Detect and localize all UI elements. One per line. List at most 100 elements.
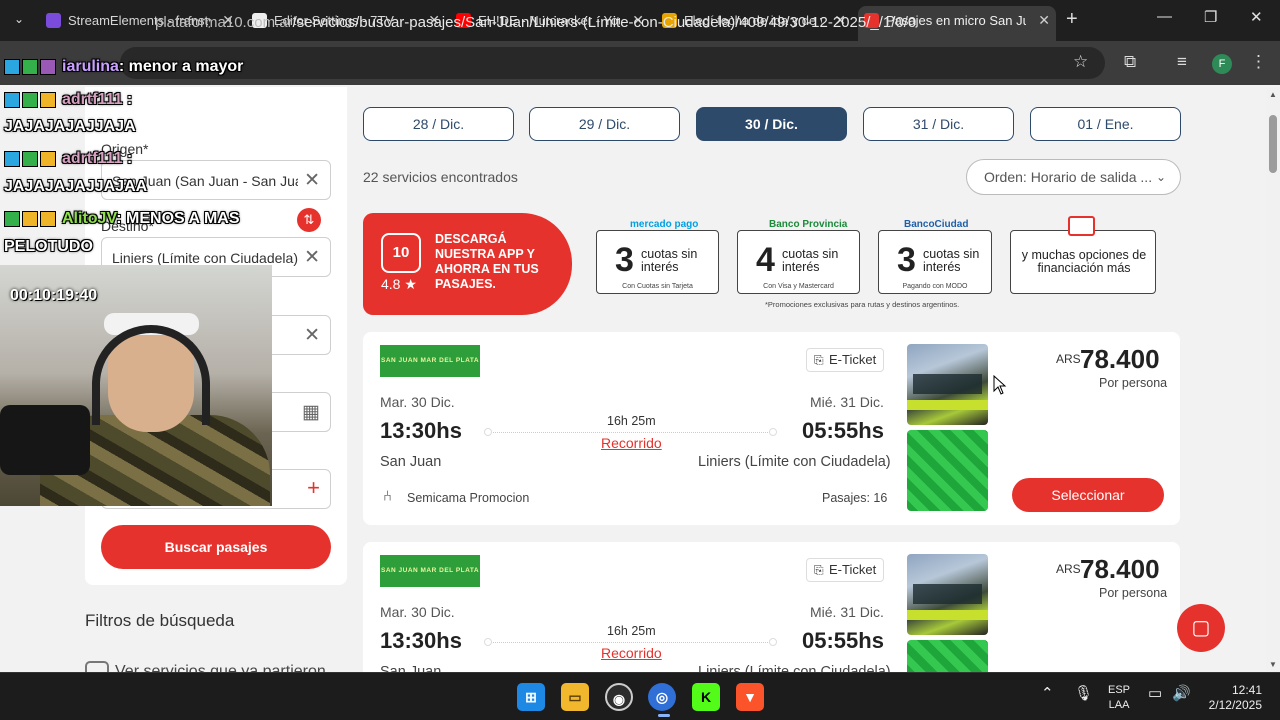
price-currency: ARS [1056,352,1081,366]
new-tab-icon[interactable]: + [1066,8,1078,31]
obs-icon[interactable]: ◉ [605,683,633,711]
app-rating: 4.8 ★ [381,276,417,292]
select-trip-button[interactable]: Seleccionar [1012,478,1164,512]
clock-date: 2/12/2025 [1208,698,1262,712]
clear-destination-icon[interactable]: ✕ [304,246,320,269]
chat-text: : [122,150,133,168]
bus-photo[interactable] [907,344,988,425]
seat-photo[interactable] [907,640,988,672]
eticket-label: E-Ticket [829,352,877,367]
promo-disclaimer: *Promociones exclusivas para rutas y des… [765,300,960,309]
file-explorer-icon[interactable]: ▭ [561,683,589,711]
date-pill-selected[interactable]: 30 / Dic. [696,107,847,141]
page-scrollbar[interactable]: ▲ ▼ [1266,87,1280,672]
date-pill[interactable]: 29 / Dic. [529,107,680,141]
scroll-down-icon[interactable]: ▼ [1269,660,1277,669]
clear-origin-icon[interactable]: ✕ [304,169,320,192]
add-passenger-icon[interactable]: + [307,475,320,501]
route-dot-start [484,428,492,436]
tab-close-icon[interactable]: ✕ [1038,6,1050,35]
kick-icon[interactable]: K [692,683,720,711]
maximize-icon[interactable]: ❐ [1204,8,1217,26]
omnibox[interactable] [120,47,1105,79]
price-note: Por persona [1099,376,1168,390]
tab-search-chevron-icon[interactable]: ⌄ [8,8,30,30]
stream-timer: 00:10:19:40 [10,287,98,304]
company-logo: SAN JUAN MAR DEL PLATA [380,345,480,377]
brave-icon[interactable]: ▼ [736,683,764,711]
promo-financing: y muchas opciones de financiación más [1010,230,1156,294]
seat-photo[interactable] [907,430,988,511]
system-clock[interactable]: 12:41 2/12/2025 [1200,683,1262,713]
tray-overflow-chevron-icon[interactable]: ⌃ [1041,684,1054,702]
route-dot-start [484,638,492,646]
swap-route-icon[interactable]: ⇅ [297,208,321,232]
seat-icon: ⑃ [383,488,393,505]
ticket-icon: ⎘ [814,563,824,577]
result-card[interactable]: SAN JUAN MAR DEL PLATA ⎘ E-Ticket Mar. 3… [363,332,1180,525]
mouse-cursor-icon [993,375,1007,395]
app-banner-text: DESCARGÁ NUESTRA APP Y AHORRA EN TUS PAS… [435,232,539,291]
chat-support-icon[interactable]: ▢ [1177,604,1225,652]
promo-text: cuotas sin interés [923,247,980,274]
bus-photo[interactable] [907,554,988,635]
minimize-icon[interactable]: — [1157,8,1172,25]
chat-text: : [122,91,133,109]
url-text[interactable]: plataforma10.com.ar/servicios/buscar-pas… [155,14,916,31]
profile-avatar[interactable]: F [1212,54,1232,74]
network-icon[interactable]: ▭ [1148,684,1162,702]
sort-select[interactable]: Orden: Horario de salida ... ⌄ [966,159,1181,195]
available-seats: Pasajes: 16 [822,491,888,505]
headphones-icon [92,325,210,425]
filters-title: Filtros de búsqueda [85,611,235,630]
search-tickets-button[interactable]: Buscar pasajes [101,525,331,569]
scroll-up-icon[interactable]: ▲ [1269,90,1277,99]
mercadopago-logo: mercado pago [627,219,702,230]
route-link[interactable]: Recorrido [601,645,662,661]
promo-text: cuotas sin interés [782,247,839,274]
chat-message: AlitoJV: MENOS A MAS [4,210,240,228]
destination-city: Liniers (Límite con Ciudadela) [698,664,891,672]
close-window-icon[interactable]: ✕ [1250,8,1263,26]
chat-badges-icon [4,210,58,228]
ticket-icon: ⎘ [814,353,824,367]
scrollbar-thumb[interactable] [1269,115,1277,173]
plataforma10-app-logo: 10 [381,233,421,273]
app-download-banner[interactable]: 10 4.8 ★ DESCARGÁ NUESTRA APP Y AHORRA E… [363,213,572,315]
menu-kebab-icon[interactable]: ⋮ [1250,52,1267,72]
promo-mercadopago: mercado pago 3 cuotas sin interés Con Cu… [596,219,719,294]
windows-start-icon[interactable]: ⊞ [517,683,545,711]
chat-message: adrtf111 : [4,150,132,168]
chat-username: adrtf111 [62,150,123,168]
result-card[interactable]: SAN JUAN MAR DEL PLATA ⎘ E-Ticket Mar. 3… [363,542,1180,672]
banco-provincia-logo: Banco Provincia [766,219,851,230]
date-pill[interactable]: 28 / Dic. [363,107,514,141]
bookmark-star-icon[interactable]: ☆ [1073,52,1088,72]
departed-services-checkbox[interactable] [85,661,109,672]
ticket-price: 78.400 [1080,554,1160,584]
promo-text: y muchas opciones de financiación más [1021,248,1147,275]
date-pill[interactable]: 01 / Ene. [1030,107,1181,141]
sort-label: Orden: Horario de salida ... [984,169,1153,185]
promo-text: cuotas sin interés [641,247,698,274]
promo-footnote: Pagando con MODO [902,283,968,290]
media-control-icon[interactable]: ≡ [1177,52,1187,72]
destination-city: Liniers (Límite con Ciudadela) [698,454,891,470]
bus-window [913,584,982,604]
chrome-icon[interactable]: ◎ [648,683,676,711]
route-link[interactable]: Recorrido [601,435,662,451]
chat-badges-icon [4,150,58,168]
extensions-icon[interactable]: ⧉ [1124,52,1136,72]
input-language[interactable]: ESP LAA [1108,683,1130,713]
volume-icon[interactable]: 🔊 [1172,684,1191,702]
promo-installments: 3 [615,241,634,279]
date-pill[interactable]: 31 / Dic. [863,107,1014,141]
promo-banco-provincia: Banco Provincia 4 cuotas sin interés Con… [737,219,860,294]
clear-date-icon[interactable]: ✕ [304,324,320,347]
microphone-tray-icon[interactable]: 🎙 [1074,684,1093,702]
promo-installments: 4 [756,241,775,279]
webcam-overlay: 00:10:19:40 [0,265,272,506]
calendar-icon[interactable]: ▦ [302,401,320,424]
arrival-time: 05:55hs [802,628,884,653]
chat-message-continued: PELOTUDO [4,238,93,255]
